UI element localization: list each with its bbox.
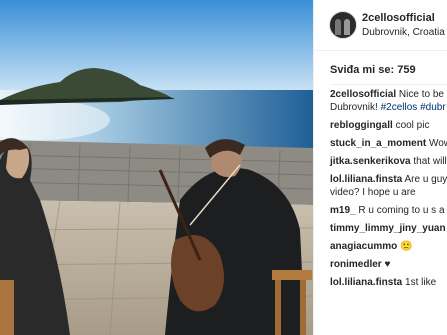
- comment-username[interactable]: jitka.senkerikova: [330, 156, 411, 167]
- comment: ronimedler ♥: [330, 258, 447, 271]
- post-location[interactable]: Dubrovnik, Croatia: [362, 27, 445, 38]
- avatar-figure-left: [335, 19, 341, 35]
- avatar[interactable]: [329, 11, 357, 39]
- comment-text: that will a: [413, 156, 447, 167]
- comment-text: 1st like: [405, 277, 437, 288]
- caption-text-2: Dubrovnik!: [330, 102, 378, 113]
- comment: lol.liliana.finsta Are u guys: [330, 173, 447, 186]
- post-sidebar: 2cellosofficial Dubrovnik, Croatia Sviđa…: [313, 0, 447, 335]
- comment-username[interactable]: lol.liliana.finsta: [330, 174, 402, 185]
- avatar-figure-right: [344, 19, 350, 35]
- likes-number: 759: [397, 64, 416, 76]
- caption-username[interactable]: 2cellosofficial: [330, 89, 396, 100]
- comment: timmy_limmy_jiny_yuan Ya: [330, 222, 447, 235]
- comment-username[interactable]: anagiacummo: [330, 241, 397, 252]
- comment: lol.liliana.finsta 1st like: [330, 276, 447, 289]
- post-header: 2cellosofficial Dubrovnik, Croatia: [314, 0, 447, 51]
- comment-username[interactable]: rebloggingall: [330, 120, 393, 131]
- divider: [330, 84, 447, 85]
- comment: m19_ R u coming to u s a: [330, 204, 447, 217]
- hashtag-link[interactable]: #dubr: [420, 102, 446, 113]
- caption-line2: Dubrovnik! #2cellos #dubr: [330, 101, 447, 114]
- caption: 2cellosofficial Nice to be b Dubrovnik! …: [330, 88, 447, 114]
- comment-username[interactable]: timmy_limmy_jiny_yuan: [330, 223, 446, 234]
- comment: jitka.senkerikova that will a: [330, 155, 447, 168]
- comment-username[interactable]: stuck_in_a_moment: [330, 138, 426, 149]
- comment: rebloggingall cool pic: [330, 119, 447, 132]
- comment: stuck_in_a_moment Wow.: [330, 137, 447, 150]
- post-photo-image: [0, 0, 313, 335]
- comment: anagiacummo 🙂: [330, 240, 447, 253]
- comment-text: cool pic: [395, 120, 430, 131]
- comment-username[interactable]: ronimedler: [330, 259, 382, 270]
- comment-continuation: video? I hope u are: [330, 186, 447, 199]
- smile-emoji-icon: 🙂: [400, 241, 413, 252]
- likes-count[interactable]: Sviđa mi se: 759: [330, 64, 416, 76]
- heart-icon: ♥: [384, 259, 391, 270]
- hashtag-link[interactable]: #2cellos: [381, 102, 418, 113]
- likes-label: Sviđa mi se:: [330, 64, 395, 76]
- comment-text: R u coming to u s a: [358, 205, 445, 216]
- comment-text: Wow.: [428, 138, 447, 149]
- comment-username[interactable]: lol.liliana.finsta: [330, 277, 402, 288]
- comment-text: video? I hope u are: [330, 187, 416, 198]
- caption-text: Nice to be b: [398, 89, 447, 100]
- post-photo[interactable]: [0, 0, 313, 335]
- post-username[interactable]: 2cellosofficial: [362, 12, 435, 24]
- comment-username[interactable]: m19_: [330, 205, 356, 216]
- comment-text: Are u guys: [404, 174, 447, 185]
- comments-list: 2cellosofficial Nice to be b Dubrovnik! …: [330, 88, 447, 294]
